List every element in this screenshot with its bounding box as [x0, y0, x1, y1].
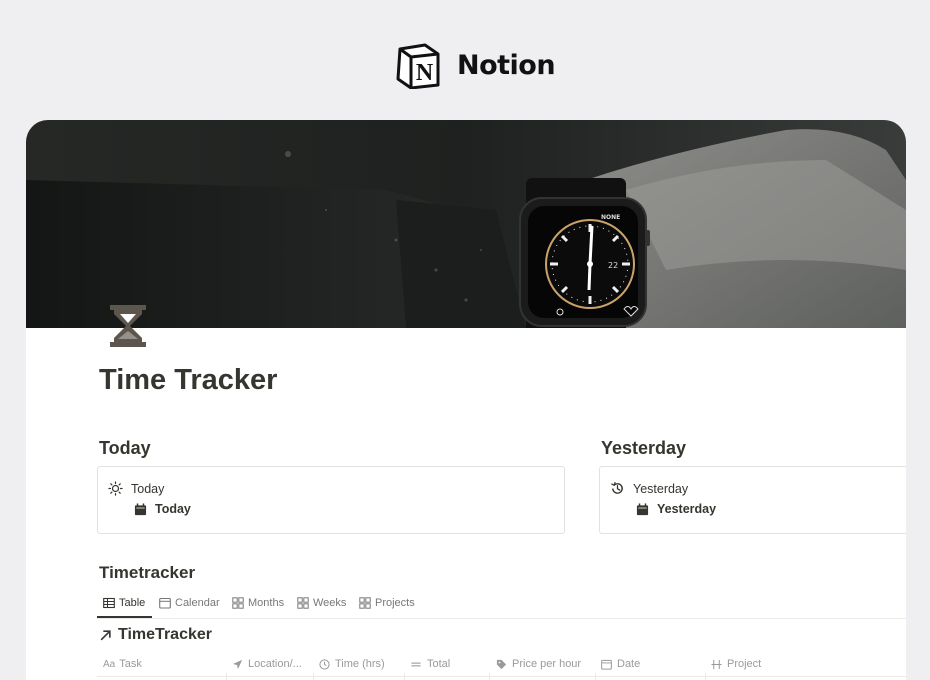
- column-divider: [489, 673, 490, 680]
- grid-icon: [359, 597, 371, 609]
- grid-icon: [232, 597, 244, 609]
- column-total[interactable]: Total: [410, 658, 450, 670]
- column-price[interactable]: Price per hour: [496, 658, 581, 670]
- column-date-label: Date: [617, 658, 641, 670]
- today-heading: Today: [99, 438, 151, 458]
- today-callout[interactable]: Today Today: [97, 466, 565, 534]
- tab-calendar-label: Calendar: [175, 597, 220, 609]
- calendar-icon: [601, 659, 612, 670]
- calendar-icon: [159, 597, 171, 609]
- svg-text:N: N: [416, 60, 434, 86]
- tab-projects-label: Projects: [375, 597, 415, 609]
- notion-logo-icon: N: [396, 43, 440, 89]
- column-time-label: Time (hrs): [335, 658, 385, 670]
- yesterday-item[interactable]: Yesterday: [610, 481, 688, 496]
- column-divider: [313, 673, 314, 680]
- today-link-label: Today: [155, 502, 191, 516]
- column-divider: [404, 673, 405, 680]
- location-arrow-icon: [232, 659, 243, 669]
- column-time[interactable]: Time (hrs): [319, 658, 385, 670]
- column-project-label: Project: [727, 658, 762, 670]
- column-location[interactable]: Location/...: [232, 658, 302, 670]
- cover-image[interactable]: 22 NONE: [26, 120, 906, 328]
- tab-months[interactable]: Months: [232, 597, 284, 609]
- tab-table-label: Table: [119, 597, 146, 609]
- tab-calendar[interactable]: Calendar: [159, 597, 220, 609]
- column-task[interactable]: Aa Task: [103, 658, 142, 670]
- view-tabs: Table Calendar Months Weeks Projects: [97, 588, 906, 619]
- text-icon: Aa: [103, 658, 116, 670]
- grid-icon: [297, 597, 309, 609]
- history-icon: [611, 482, 623, 494]
- column-divider: [226, 673, 227, 680]
- top-bar: N Notion: [0, 0, 930, 120]
- svg-text:NONE: NONE: [601, 214, 620, 221]
- yesterday-link-label: Yesterday: [657, 502, 717, 516]
- column-location-label: Location/...: [248, 658, 302, 670]
- active-tab-indicator: [97, 616, 152, 618]
- tag-icon: [496, 659, 507, 669]
- svg-text:22: 22: [608, 261, 618, 270]
- linked-database-title[interactable]: TimeTracker: [99, 626, 212, 644]
- clock-icon: [319, 658, 330, 670]
- calendar-icon: [134, 502, 147, 515]
- tab-weeks-label: Weeks: [313, 597, 347, 609]
- today-item[interactable]: Today: [108, 481, 164, 496]
- table-icon: [103, 597, 115, 609]
- page-card: 22 NONE Time Tracker Today Today Today Y…: [26, 120, 906, 680]
- yesterday-item-label: Yesterday: [633, 481, 689, 496]
- formula-icon: [411, 662, 421, 666]
- timetracker-heading: Timetracker: [99, 563, 196, 582]
- calendar-icon: [636, 502, 649, 515]
- column-date[interactable]: Date: [601, 658, 640, 670]
- column-price-label: Price per hour: [512, 658, 582, 670]
- page-title[interactable]: Time Tracker: [99, 364, 277, 397]
- column-project[interactable]: Project: [711, 658, 761, 670]
- column-total-label: Total: [427, 658, 451, 670]
- column-task-label: Task: [119, 658, 142, 670]
- today-item-label: Today: [131, 481, 165, 496]
- brand-name: Notion: [457, 49, 556, 81]
- tab-table[interactable]: Table: [103, 597, 145, 609]
- table-header: Aa Task Location/... Time (hrs) Total Pr…: [97, 650, 906, 677]
- relation-icon: [711, 659, 722, 669]
- column-divider: [705, 673, 706, 680]
- yesterday-link[interactable]: Yesterday: [636, 502, 716, 516]
- yesterday-heading: Yesterday: [601, 438, 687, 458]
- today-link[interactable]: Today: [134, 502, 191, 516]
- yesterday-callout[interactable]: Yesterday Yesterday: [599, 466, 906, 534]
- notion-logo[interactable]: N Notion: [395, 41, 556, 89]
- sun-icon: [108, 481, 123, 496]
- column-divider: [595, 673, 596, 680]
- tab-months-label: Months: [248, 597, 285, 609]
- hourglass-icon[interactable]: [108, 304, 148, 348]
- linked-arrow-icon: [100, 629, 111, 640]
- linked-database-title-label: TimeTracker: [118, 626, 212, 643]
- tab-weeks[interactable]: Weeks: [297, 597, 346, 609]
- tab-projects[interactable]: Projects: [359, 597, 415, 609]
